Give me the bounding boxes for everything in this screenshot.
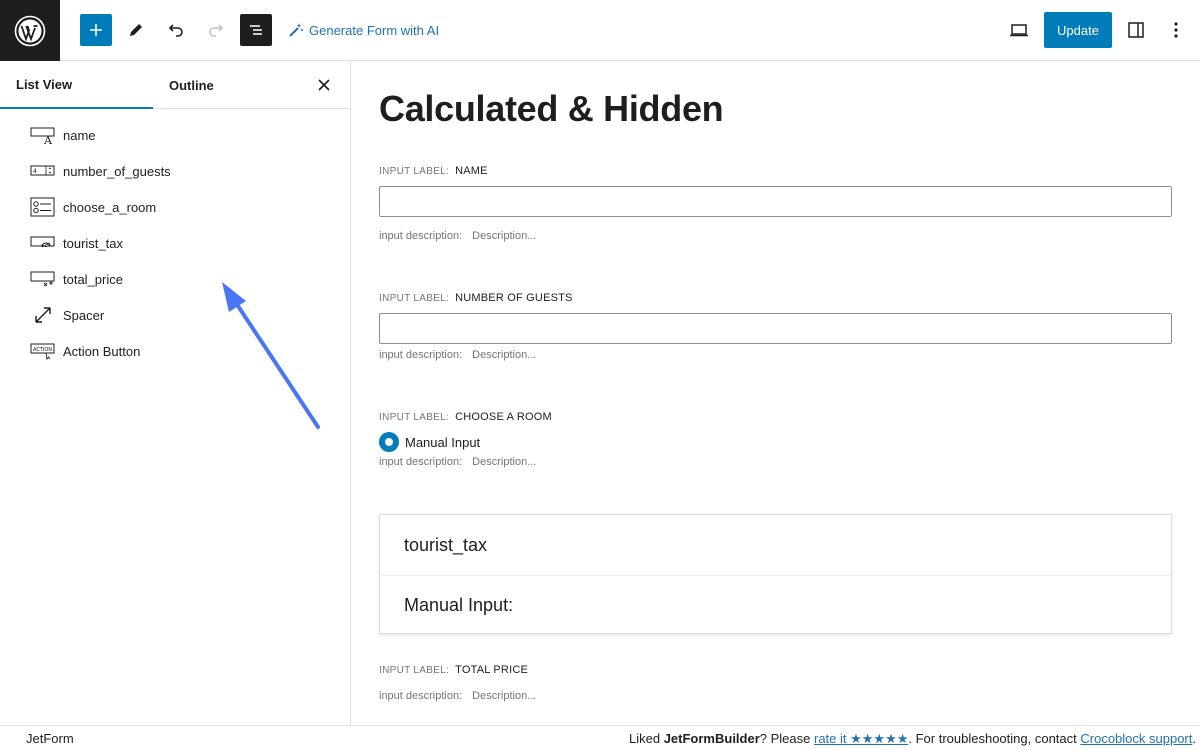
list-item-total-price[interactable]: total_price [0, 261, 350, 297]
resize-icon [30, 305, 56, 325]
sidebar-toggle-icon [1128, 22, 1144, 38]
list-item-action-button[interactable]: ACTION Action Button [0, 333, 350, 369]
desc-prefix: input description: [379, 456, 463, 468]
list-item-choose-a-room[interactable]: choose_a_room [0, 189, 350, 225]
credit-text: . [1192, 731, 1196, 746]
desc-placeholder: Description... [472, 230, 537, 242]
list-item-label: number_of_guests [63, 163, 171, 179]
calculated-field-block[interactable]: tourist_tax Manual Input: [379, 514, 1172, 634]
desc-placeholder: Description... [472, 456, 537, 468]
credit-brand: JetFormBuilder [663, 731, 760, 746]
close-icon [318, 79, 330, 91]
field-label-row[interactable]: INPUT LABEL: NUMBER OF GUESTS [379, 292, 573, 304]
list-item-name[interactable]: A name [0, 117, 350, 153]
field-label-row[interactable]: INPUT LABEL: CHOOSE A ROOM [379, 411, 552, 423]
desc-prefix: input description: [379, 690, 463, 702]
more-vertical-icon [1174, 22, 1178, 38]
desc-prefix: input description: [379, 349, 463, 361]
label-prefix: INPUT LABEL: [379, 293, 450, 304]
calculated-field-name: tourist_tax [404, 534, 488, 555]
add-block-button[interactable] [80, 14, 112, 46]
list-view-icon [250, 25, 262, 35]
desc-placeholder: Description... [472, 690, 537, 702]
label-prefix: INPUT LABEL: [379, 166, 450, 177]
radio-option-label: Manual Input [405, 434, 481, 450]
credit-text: Liked [629, 731, 664, 746]
breadcrumb[interactable]: JetForm [26, 731, 74, 746]
laptop-icon [1010, 24, 1028, 37]
radio-option[interactable]: Manual Input [379, 432, 480, 452]
field-description-row[interactable]: input description: Description... [379, 690, 536, 702]
field-label-total-price: TOTAL PRICE [455, 664, 529, 676]
page-title[interactable]: Calculated & Hidden [379, 88, 724, 130]
document-overview-button[interactable] [240, 14, 272, 46]
crocoblock-support-link[interactable]: Crocoblock support [1080, 731, 1192, 746]
editor-canvas: Calculated & Hidden INPUT LABEL: NAME inp… [351, 61, 1200, 725]
credit-text: ? Please [759, 731, 814, 746]
field-description-row[interactable]: input description: Description... [379, 230, 536, 242]
calculated-field-formula: Manual Input: [380, 575, 1171, 635]
field-description-row[interactable]: input description: Description... [379, 349, 536, 361]
tab-list-view[interactable]: List View [0, 61, 153, 109]
action-button-icon: ACTION [30, 341, 56, 361]
generate-form-ai-button[interactable]: Generate Form with AI [288, 20, 439, 40]
field-label-choose-a-room: CHOOSE A ROOM [455, 411, 552, 423]
svg-text:A: A [43, 134, 53, 145]
svg-text:4: 4 [33, 168, 37, 175]
sidebar-tabs: List View Outline [0, 61, 350, 109]
label-prefix: INPUT LABEL: [379, 665, 450, 676]
block-list: A name 4 number_of_guests choose_a_room … [0, 117, 350, 369]
tools-button[interactable] [120, 14, 152, 46]
list-item-spacer[interactable]: Spacer [0, 297, 350, 333]
field-description-row[interactable]: input description: Description... [379, 456, 536, 468]
number-of-guests-input[interactable] [379, 313, 1172, 344]
field-label-number-of-guests: NUMBER OF GUESTS [455, 292, 573, 304]
settings-panel-button[interactable] [1120, 14, 1152, 46]
tab-outline[interactable]: Outline [169, 61, 214, 109]
plus-icon [90, 24, 102, 36]
list-item-number-of-guests[interactable]: 4 number_of_guests [0, 153, 350, 189]
svg-text:ACTION: ACTION [33, 347, 52, 353]
wordpress-logo-icon [14, 15, 46, 46]
label-prefix: INPUT LABEL: [379, 412, 450, 423]
credit-text: . For troubleshooting, contact [908, 731, 1081, 746]
options-button[interactable] [1160, 14, 1192, 46]
undo-button[interactable] [160, 14, 192, 46]
list-item-label: Spacer [63, 307, 105, 323]
desc-prefix: input description: [379, 230, 463, 242]
magic-wand-icon [289, 23, 303, 37]
hidden-field-icon [30, 233, 56, 253]
redo-button[interactable] [200, 14, 232, 46]
list-item-label: total_price [63, 271, 123, 287]
editor-footer: JetForm Liked JetFormBuilder? Please rat… [0, 725, 1200, 750]
list-item-label: tourist_tax [63, 235, 123, 251]
desc-placeholder: Description... [472, 349, 537, 361]
rate-it-link[interactable]: rate it ★★★★★ [814, 731, 908, 746]
preview-button[interactable] [1003, 14, 1035, 46]
radio-field-icon [30, 197, 56, 217]
field-label-row[interactable]: INPUT LABEL: NAME [379, 165, 488, 177]
undo-icon [168, 24, 183, 37]
pencil-icon [130, 24, 142, 36]
redo-icon [209, 24, 224, 37]
text-field-icon: A [30, 125, 56, 145]
list-view-sidebar: List View Outline A name 4 number_of_gue… [0, 61, 351, 725]
wordpress-logo-button[interactable] [0, 0, 60, 61]
generate-form-ai-label: Generate Form with AI [309, 22, 440, 38]
number-field-icon: 4 [30, 161, 56, 181]
name-input[interactable] [379, 186, 1172, 217]
calculated-field-icon [30, 269, 56, 289]
list-item-label: choose_a_room [63, 199, 157, 215]
update-button[interactable]: Update [1044, 12, 1112, 48]
list-item-label: name [63, 127, 96, 143]
list-item-tourist-tax[interactable]: tourist_tax [0, 225, 350, 261]
close-sidebar-button[interactable] [312, 73, 336, 97]
field-label-name: NAME [455, 165, 488, 177]
list-item-label: Action Button [63, 343, 141, 359]
radio-checked-icon[interactable] [379, 432, 399, 452]
editor-toolbar: Generate Form with AI Update [0, 0, 1200, 61]
field-label-row[interactable]: INPUT LABEL: TOTAL PRICE [379, 664, 528, 676]
footer-credit: Liked JetFormBuilder? Please rate it ★★★… [629, 731, 1196, 747]
